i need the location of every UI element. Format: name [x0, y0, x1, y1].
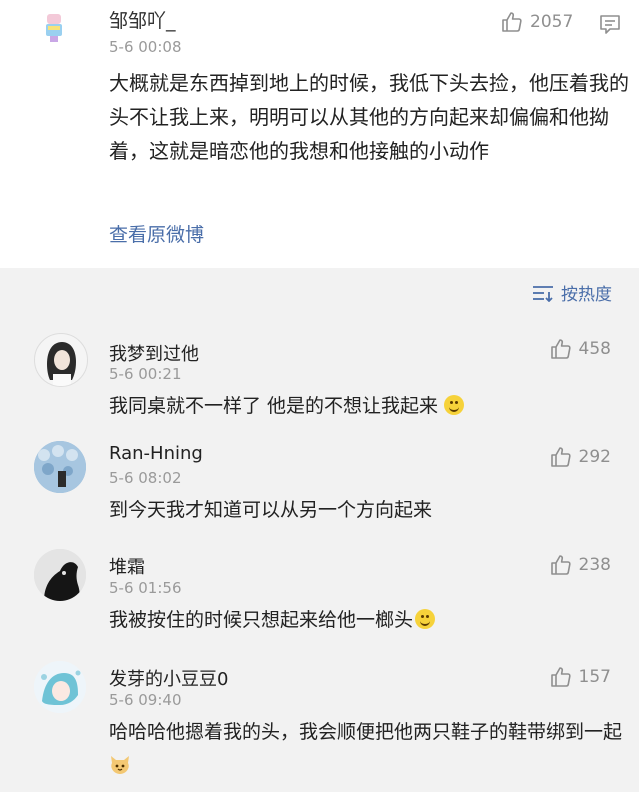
comment-text-content: 哈哈哈他摁着我的头，我会顺便把他两只鞋子的鞋带绑到一起	[109, 721, 623, 743]
sort-icon	[533, 285, 553, 302]
view-original-link[interactable]: 查看原微博	[109, 220, 204, 247]
thumbs-up-icon	[502, 12, 522, 32]
comment-text: 到今天我才知道可以从另一个方向起来	[109, 499, 433, 521]
sort-label: 按热度	[561, 285, 612, 305]
comment-text: 我同桌就不一样了 他是的不想让我起来	[109, 389, 624, 423]
original-post-card: 邹邹吖_ 5-6 00:08 2057 大概就是东西掉到地上的时候，我低下头去捡…	[0, 0, 639, 268]
avatar[interactable]	[34, 549, 86, 601]
post-time: 5-6 00:08	[109, 38, 182, 56]
comment-time: 5-6 01:56	[109, 579, 182, 597]
comment-text-content: 我被按住的时候只想起来给他一榔头	[109, 609, 414, 631]
comment-text: 哈哈哈他摁着我的头，我会顺便把他两只鞋子的鞋带绑到一起	[109, 715, 624, 783]
comment-text-content: 我同桌就不一样了 他是的不想让我起来	[109, 395, 439, 417]
comment-item: 发芽的小豆豆0 5-6 09:40 哈哈哈他摁着我的头，我会顺便把他两只鞋子的鞋…	[0, 657, 639, 792]
poster-avatar[interactable]	[34, 8, 74, 48]
post-body-text: 大概就是东西掉到地上的时候，我低下头去捡，他压着我的头不让我上来，明明可以从其他…	[109, 71, 629, 163]
comment-text: 我被按住的时候只想起来给他一榔头	[109, 603, 624, 637]
comment-like-count: 157	[578, 667, 611, 687]
thumbs-up-icon	[550, 667, 571, 687]
post-like-button[interactable]: 2057	[500, 10, 573, 34]
comment-item: 我梦到过他 5-6 00:21 我同桌就不一样了 他是的不想让我起来 458	[0, 325, 639, 425]
thumbs-up-icon	[550, 447, 571, 467]
comment-time: 5-6 00:21	[109, 365, 182, 383]
comment-time: 5-6 09:40	[109, 691, 182, 709]
comment-like-count: 292	[578, 447, 611, 467]
comment-like-button[interactable]: 157	[549, 665, 611, 689]
comment-like-count: 458	[578, 339, 611, 359]
sort-toggle[interactable]: 按热度	[532, 280, 612, 305]
comment-like-button[interactable]: 458	[549, 337, 611, 361]
comment-user[interactable]: 发芽的小豆豆0	[109, 665, 228, 691]
post-like-count: 2057	[530, 12, 574, 32]
thumbs-up-icon	[550, 555, 571, 575]
comment-like-button[interactable]: 292	[549, 445, 611, 469]
comment-icon	[600, 15, 620, 34]
comment-user[interactable]: 堆霜	[109, 553, 145, 579]
comment-user[interactable]: Ran-Hning	[109, 443, 203, 464]
comment-item: Ran-Hning 5-6 08:02 到今天我才知道可以从另一个方向起来 29…	[0, 433, 639, 533]
cat-emoji-icon	[109, 752, 131, 774]
smile-emoji-icon	[415, 609, 436, 629]
comment-button[interactable]	[598, 12, 622, 40]
comment-like-count: 238	[578, 555, 611, 575]
comment-item: 堆霜 5-6 01:56 我被按住的时候只想起来给他一榔头 238	[0, 545, 639, 645]
comment-user[interactable]: 我梦到过他	[109, 340, 199, 366]
comment-like-button[interactable]: 238	[549, 553, 611, 577]
avatar[interactable]	[34, 441, 86, 493]
comment-time: 5-6 08:02	[109, 469, 182, 487]
thumbs-up-icon	[550, 339, 571, 359]
poster-name[interactable]: 邹邹吖_	[109, 6, 176, 33]
avatar[interactable]	[34, 661, 86, 713]
smile-emoji-icon	[444, 395, 465, 415]
avatar[interactable]	[34, 333, 88, 387]
